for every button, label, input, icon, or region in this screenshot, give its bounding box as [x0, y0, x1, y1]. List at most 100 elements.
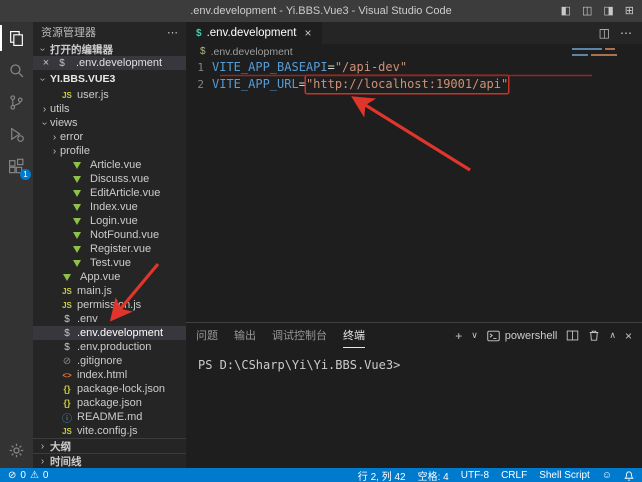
split-terminal-icon[interactable] [566, 329, 579, 342]
code-lines: 1VITE_APP_BASEAPI="/api-dev"2VITE_APP_UR… [186, 59, 642, 322]
maximize-panel-icon[interactable]: ∧ [609, 330, 616, 341]
open-editor-item[interactable]: × $ .env.development [33, 56, 186, 70]
shell-name: powershell [505, 330, 558, 342]
tree-item-.env[interactable]: ›$.env [33, 312, 186, 326]
js-file-icon: JS [60, 91, 74, 100]
toggle-sidebar-icon[interactable]: ◧ [561, 0, 571, 22]
panel-tab-终端[interactable]: 终端 [343, 323, 365, 348]
problems-summary[interactable]: ⊘ 0 ⚠ 0 [8, 470, 48, 481]
tree-item-profile[interactable]: ›profile [33, 144, 186, 158]
trash-icon[interactable] [588, 329, 600, 342]
tree-item-README.md[interactable]: ›ⓘREADME.md [33, 410, 186, 424]
outline-label: 大纲 [50, 439, 71, 454]
more-actions-icon[interactable]: ⋯ [620, 26, 632, 40]
settings-gear-icon[interactable] [0, 434, 33, 466]
outline-section[interactable]: › 大纲 [33, 438, 186, 453]
code-line-1[interactable]: 1VITE_APP_BASEAPI="/api-dev" [186, 59, 642, 76]
panel-tab-输出[interactable]: 输出 [234, 323, 256, 348]
tree-item-App.vue[interactable]: ›App.vue [33, 270, 186, 284]
eol-sequence[interactable]: CRLF [501, 470, 527, 481]
env-file-icon: $ [55, 58, 69, 69]
project-name: YI.BBS.VUE3 [50, 73, 115, 85]
minimap[interactable] [572, 48, 628, 60]
code-token: = [299, 76, 306, 93]
status-bar-right: 行 2, 列 42 空格: 4 UTF-8 CRLF Shell Script … [358, 468, 634, 482]
tab-bar-actions: ◫ ⋯ [599, 22, 642, 44]
editor-area: $ .env.development × ◫ ⋯ $ .env.developm… [186, 22, 642, 468]
extensions-icon[interactable]: 1 [0, 150, 33, 182]
tree-item-error[interactable]: ›error [33, 130, 186, 144]
tree-item-package.json[interactable]: ›{}package.json [33, 396, 186, 410]
tree-item-main.js[interactable]: ›JSmain.js [33, 284, 186, 298]
chevron-down-icon[interactable]: ∨ [471, 330, 478, 341]
tree-item-package-lock.json[interactable]: ›{}package-lock.json [33, 382, 186, 396]
search-icon[interactable] [0, 54, 33, 86]
tree-item-views[interactable]: ›views [33, 116, 186, 130]
explorer-icon[interactable] [0, 22, 33, 54]
powershell-icon [487, 330, 500, 342]
tab-env-development[interactable]: $ .env.development × [186, 22, 322, 44]
tree-item-.env.production[interactable]: ›$.env.production [33, 340, 186, 354]
chevron-down-icon: › [37, 44, 48, 55]
language-mode[interactable]: Shell Script [539, 470, 590, 481]
terminal-content[interactable]: PS D:\CSharp\Yi\Yi.BBS.Vue3> [186, 348, 642, 372]
annotated-token: "http://localhost:19001/api" [306, 76, 508, 93]
vue-file-icon [73, 190, 81, 197]
notifications-bell-icon[interactable] [624, 470, 634, 481]
split-editor-icon[interactable]: ◫ [599, 26, 610, 40]
code-token: = [328, 59, 335, 76]
terminal-prompt: PS D:\CSharp\Yi\Yi.BBS.Vue3> [198, 358, 400, 372]
vue-file-icon [73, 260, 81, 267]
feedback-smiley-icon[interactable]: ☺ [602, 470, 612, 481]
more-actions-icon[interactable]: ⋯ [167, 26, 178, 39]
tree-item-Test.vue[interactable]: ›Test.vue [33, 256, 186, 270]
run-debug-icon[interactable] [0, 118, 33, 150]
source-control-icon[interactable] [0, 86, 33, 118]
tree-item-utils[interactable]: ›utils [33, 102, 186, 116]
tree-item-.gitignore[interactable]: ›⊘.gitignore [33, 354, 186, 368]
code-line-2[interactable]: 2VITE_APP_URL="http://localhost:19001/ap… [186, 76, 642, 93]
tree-item-EditArticle.vue[interactable]: ›EditArticle.vue [33, 186, 186, 200]
new-terminal-icon[interactable]: + [455, 329, 462, 343]
cursor-position[interactable]: 行 2, 列 42 [358, 468, 406, 482]
tree-item-index.html[interactable]: ›<>index.html [33, 368, 186, 382]
bottom-panel: 问题输出调试控制台终端 + ∨ powershell [186, 322, 642, 468]
tree-item-Register.vue[interactable]: ›Register.vue [33, 242, 186, 256]
indentation[interactable]: 空格: 4 [418, 468, 449, 482]
sidebar-title: 资源管理器 [41, 24, 167, 40]
open-editors-section[interactable]: › 打开的编辑器 [33, 42, 186, 56]
encoding[interactable]: UTF-8 [461, 470, 489, 481]
timeline-section[interactable]: › 时间线 [33, 453, 186, 468]
close-icon[interactable]: × [41, 57, 51, 69]
chevron-right-icon: › [37, 456, 48, 467]
vue-file-icon [73, 218, 81, 225]
file-label: error [60, 131, 83, 143]
env-file-icon: $ [196, 28, 202, 39]
panel-tab-调试控制台[interactable]: 调试控制台 [272, 323, 327, 348]
file-label: Login.vue [90, 215, 138, 227]
sidebar-header: 资源管理器 ⋯ [33, 22, 186, 42]
close-panel-icon[interactable]: × [625, 329, 632, 343]
tree-item-NotFound.vue[interactable]: ›NotFound.vue [33, 228, 186, 242]
tree-item-user.js[interactable]: ›JSuser.js [33, 88, 186, 102]
tree-item-vite.config.js[interactable]: ›JSvite.config.js [33, 424, 186, 438]
code-token: VITE_APP_BASEAPI [212, 59, 328, 76]
panel-tab-问题[interactable]: 问题 [196, 323, 218, 348]
tree-item-Login.vue[interactable]: ›Login.vue [33, 214, 186, 228]
file-label: Index.vue [90, 201, 138, 213]
close-icon[interactable]: × [305, 26, 312, 40]
customize-layout-icon[interactable]: ⊞ [625, 0, 634, 22]
tree-item-Article.vue[interactable]: ›Article.vue [33, 158, 186, 172]
file-label: EditArticle.vue [90, 187, 160, 199]
terminal-profile[interactable]: powershell [487, 330, 558, 342]
tree-item-permission.js[interactable]: ›JSpermission.js [33, 298, 186, 312]
vue-file-icon [73, 246, 81, 253]
tree-item-.env.development[interactable]: ›$.env.development [33, 326, 186, 340]
toggle-panel-icon[interactable]: ◫ [582, 0, 592, 22]
toggle-secondary-sidebar-icon[interactable]: ◨ [603, 0, 613, 22]
project-root[interactable]: › YI.BBS.VUE3 [33, 70, 186, 88]
title-bar: .env.development - Yi.BBS.Vue3 - Visual … [0, 0, 642, 22]
tree-item-Index.vue[interactable]: ›Index.vue [33, 200, 186, 214]
warnings-count: 0 [43, 470, 49, 481]
tree-item-Discuss.vue[interactable]: ›Discuss.vue [33, 172, 186, 186]
